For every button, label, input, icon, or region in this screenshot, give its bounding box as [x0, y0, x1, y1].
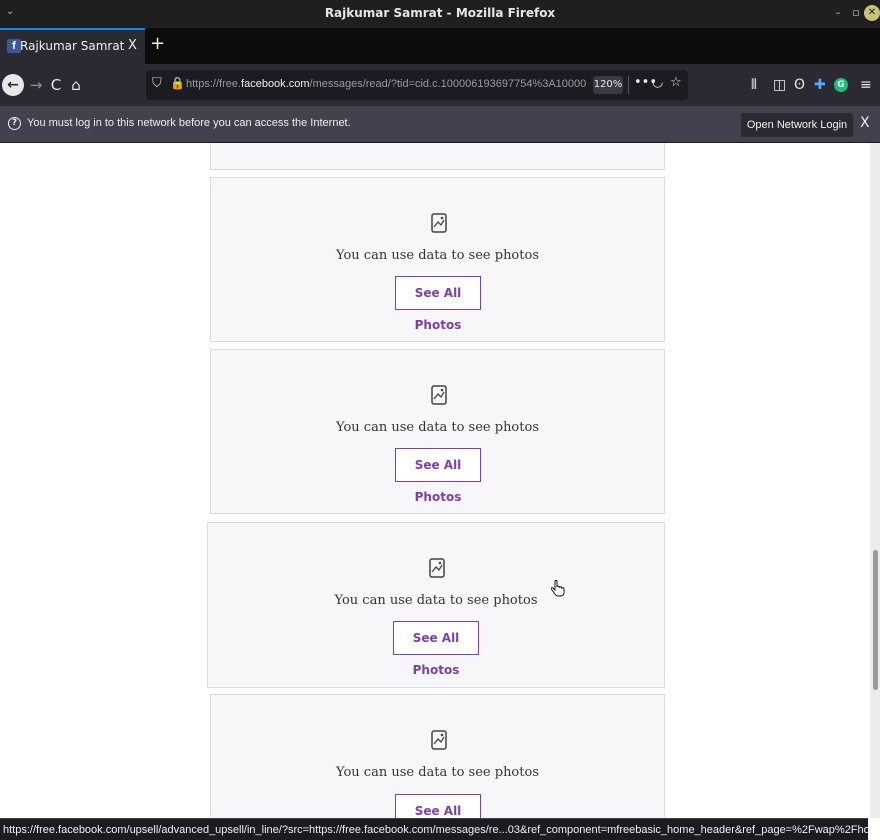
- url-domain: facebook.com: [241, 78, 310, 90]
- scrollbar-thumb[interactable]: [873, 550, 878, 690]
- see-all-photos-button[interactable]: See All Photos: [395, 794, 481, 818]
- photo-placeholder-icon: [431, 213, 447, 233]
- hand-cursor-icon: [551, 580, 565, 597]
- photo-placeholder-icon: [431, 385, 447, 405]
- url-text[interactable]: https://free.facebook.com/messages/read/…: [186, 78, 586, 90]
- hamburger-menu-icon[interactable]: ≡: [860, 75, 872, 95]
- library-icon[interactable]: ⫴: [751, 75, 757, 95]
- photo-card-partial: [210, 143, 665, 170]
- photo-placeholder-icon: [429, 558, 445, 578]
- home-button[interactable]: ⌂: [68, 74, 84, 96]
- see-all-photos-button[interactable]: See All Photos: [393, 621, 479, 677]
- back-button[interactable]: ←: [2, 74, 24, 96]
- page-content: You can use data to see photos See All P…: [0, 143, 870, 818]
- close-window-button[interactable]: ✕: [864, 5, 880, 21]
- grammarly-extension-icon[interactable]: G: [834, 78, 848, 92]
- see-all-photos-button[interactable]: See All Photos: [395, 276, 481, 332]
- close-notification-button[interactable]: X: [860, 115, 870, 131]
- sidebar-icon[interactable]: ◫: [773, 75, 786, 95]
- tracking-shield-icon[interactable]: ⛉: [152, 76, 162, 91]
- help-icon: ?: [8, 117, 21, 130]
- facebook-icon: f: [7, 39, 21, 53]
- notification-message: You must log in to this network before y…: [27, 117, 351, 129]
- window-title: Rajkumar Samrat - Mozilla Firefox: [324, 6, 556, 20]
- bookmark-star-icon[interactable]: ☆: [670, 75, 682, 90]
- window-title-bar: ⌄ Rajkumar Samrat - Mozilla Firefox – ▫ …: [0, 0, 880, 28]
- status-bar-url: https://free.facebook.com/upsell/advance…: [0, 818, 868, 840]
- url-prefix: https://free.: [186, 78, 242, 90]
- forward-button[interactable]: →: [28, 74, 44, 96]
- photo-card: You can use data to see photos See All P…: [210, 177, 665, 342]
- photo-card: You can use data to see photos See All P…: [210, 694, 665, 818]
- photo-card: You can use data to see photos See All P…: [210, 349, 665, 514]
- tab-strip: f Rajkumar Samrat X +: [0, 28, 880, 64]
- tab-label: Rajkumar Samrat: [20, 39, 125, 53]
- data-hint-text: You can use data to see photos: [336, 765, 539, 780]
- scrollbar-track[interactable]: [870, 143, 880, 818]
- minimize-window-button[interactable]: –: [830, 5, 846, 21]
- url-bar[interactable]: ⛉ 🔒 https://free.facebook.com/messages/r…: [146, 70, 688, 100]
- zoom-level-button[interactable]: 120%: [593, 76, 623, 94]
- maximize-window-button[interactable]: ▫: [848, 5, 864, 21]
- photo-placeholder-icon: [431, 730, 447, 750]
- url-path: /messages/read/?tid=cid.c.10000619369775…: [309, 78, 586, 90]
- lock-icon[interactable]: 🔒: [170, 76, 185, 90]
- urlbar-divider: [628, 76, 629, 94]
- reload-button[interactable]: C: [48, 74, 64, 96]
- navigation-toolbar: ← → C ⌂ ⛉ 🔒 https://free.facebook.com/me…: [0, 64, 880, 106]
- tab-close-button[interactable]: X: [128, 38, 137, 53]
- data-hint-text: You can use data to see photos: [336, 248, 539, 263]
- see-all-photos-button[interactable]: See All Photos: [395, 448, 481, 504]
- data-hint-text: You can use data to see photos: [336, 420, 539, 435]
- new-tab-button[interactable]: +: [150, 33, 165, 54]
- extension-icon[interactable]: ✚: [814, 75, 826, 95]
- pocket-icon[interactable]: ◡: [652, 75, 663, 90]
- tab-rajkumar-samrat[interactable]: f Rajkumar Samrat X: [0, 28, 145, 64]
- data-hint-text: You can use data to see photos: [334, 593, 538, 608]
- photo-card: You can use data to see photos See All P…: [207, 522, 665, 688]
- captive-portal-notification: ? You must log in to this network before…: [0, 106, 880, 155]
- account-icon[interactable]: ʘ: [794, 75, 805, 95]
- open-network-login-page-button[interactable]: Open Network Login Page: [741, 113, 853, 155]
